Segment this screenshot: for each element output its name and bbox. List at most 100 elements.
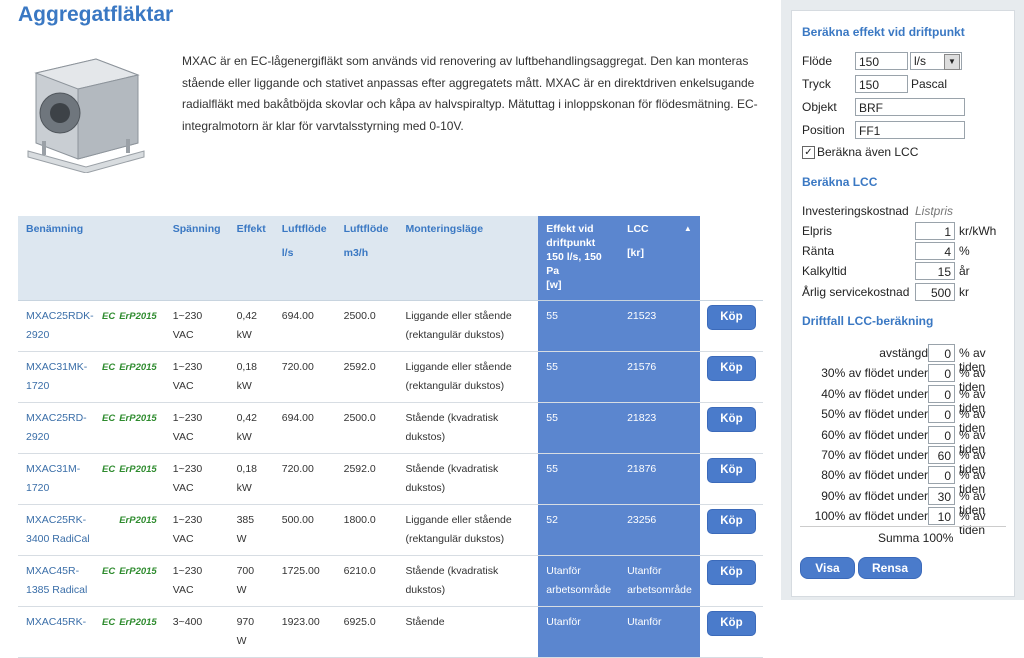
flow-m3h-cell: 2500.0 [335,402,398,454]
drift-input[interactable]: 0 [928,384,955,403]
object-label: Objekt [802,100,837,114]
product-link[interactable]: MXAC25RDK-2920 [26,307,102,345]
buy-button[interactable]: Köp [707,305,756,330]
ec-badge: EC [102,311,116,322]
buy-button[interactable]: Köp [707,611,756,636]
flow-input[interactable]: 150 [855,52,908,70]
investment-value: Listpris [915,204,954,218]
col-flow-ls[interactable]: Luftflöde l/s [273,216,336,301]
service-label: Årlig servicekostnad [802,285,910,299]
power-cell: 700 W [228,555,274,607]
drift-label: 70% av flödet under [821,448,928,462]
product-link[interactable]: MXAC25RD-2920 [26,409,102,447]
mounting-cell: Liggande eller stående (rektangulär duks… [397,351,539,403]
pressure-input[interactable]: 150 [855,75,908,93]
flow-label: Flöde [802,54,833,68]
lcc-cell: Utanför [619,606,700,658]
elpris-input[interactable]: 1 [915,222,955,240]
buy-button[interactable]: Köp [707,407,756,432]
table-row: MXAC25RK-3400 RadiCal ErP2015 1~230 VAC 385… [18,504,763,556]
drift-input[interactable]: 30 [928,486,955,505]
drift-input[interactable]: 0 [928,425,955,444]
position-input[interactable]: FF1 [855,121,965,139]
mounting-cell: Stående (kvadratisk dukstos) [397,453,539,505]
buy-button[interactable]: Köp [707,560,756,585]
col-effect-op[interactable]: Effekt vid driftpunkt 150 l/s, 150 Pa [w] [538,216,620,301]
ranta-unit: % [959,244,970,258]
product-name-cell: MXAC25RDK-2920 EC ErP2015 [18,300,165,352]
elpris-unit: kr/kWh [959,224,997,238]
col-name[interactable]: Benämning [18,216,165,301]
flow-m3h-cell: 6210.0 [335,555,398,607]
flow-m3h-cell: 2500.0 [335,300,398,352]
product-link[interactable]: MXAC31M-1720 [26,460,102,498]
effect-cell: 55 [538,453,620,505]
main-content: Aggregatfläktar MXAC är en EC-lågenergif… [0,0,780,658]
drift-label: 30% av flödet under [821,366,928,381]
power-cell: 970 W [228,606,274,658]
kalkyl-input[interactable]: 15 [915,262,955,280]
divider [800,526,1006,527]
col-power[interactable]: Effekt [228,216,274,301]
flow-m3h-cell: 6925.0 [335,606,398,658]
flow-ls-cell: 1923.00 [273,606,336,658]
voltage-cell: 1~230 VAC [164,351,229,403]
product-name-cell: MXAC45R-1385 Radical EC ErP2015 [18,555,165,607]
summa-label: Summa 100% [878,531,954,545]
effect-cell: 55 [538,300,620,352]
buy-button[interactable]: Köp [707,509,756,534]
drift-input[interactable]: 10 [928,507,955,526]
drift-input[interactable]: 60 [928,446,955,464]
drift-label: 60% av flödet under [821,427,928,442]
drift-input[interactable]: 0 [928,466,955,485]
col-flow-m3h[interactable]: Luftflöde m3/h [335,216,398,301]
col-mounting[interactable]: Monteringsläge [397,216,539,301]
object-input[interactable]: BRF [855,98,965,116]
drift-label: 100% av flödet under [814,509,928,524]
ec-badge: EC [102,413,116,424]
effect-cell: 55 [538,402,620,454]
kalkyl-label: Kalkyltid [802,264,847,278]
drift-label: 40% av flödet under [821,386,928,401]
show-button[interactable]: Visa [800,557,855,579]
table-row: MXAC31M-1720 EC ErP2015 1~230 VAC 0,18 kW 720… [18,453,763,505]
ec-badge: EC [102,464,116,475]
flow-m3h-cell: 2592.0 [335,453,398,505]
drift-input[interactable]: 0 [928,344,955,362]
lcc-cell: 21523 [619,300,700,352]
service-unit: kr [959,285,969,299]
calc-title: Beräkna effekt vid driftpunkt [802,25,965,39]
drift-title: Driftfall LCC-beräkning [802,314,934,328]
mounting-cell: Liggande eller stående (rektangulär duks… [397,300,539,352]
investment-label: Investeringskostnad [802,204,909,218]
col-voltage[interactable]: Spänning [164,216,229,301]
buy-button[interactable]: Köp [707,458,756,483]
lcc-cell: 23256 [619,504,700,556]
product-link[interactable]: MXAC31MK-1720 [26,358,102,396]
lcc-checkbox[interactable]: ✓ [802,146,815,159]
drift-label: 90% av flödet under [821,488,928,503]
erp-badge: ErP2015 [119,566,157,577]
drift-input[interactable]: 0 [928,364,955,383]
flow-ls-cell: 694.00 [273,300,336,352]
flow-ls-cell: 1725.00 [273,555,336,607]
erp-badge: ErP2015 [119,311,157,322]
ec-badge: EC [102,617,116,628]
page-title: Aggregatfläktar [18,3,174,26]
drift-input[interactable]: 0 [928,405,955,424]
service-input[interactable]: 500 [915,283,955,301]
ranta-input[interactable]: 4 [915,242,955,260]
ranta-label: Ränta [802,244,835,258]
product-link[interactable]: MXAC45R-1385 Radical [26,562,102,600]
lcc-title: Beräkna LCC [802,175,878,189]
buy-button[interactable]: Köp [707,356,756,381]
col-lcc[interactable]: ▲ LCC [kr] [619,216,700,301]
product-link[interactable]: MXAC25RK-3400 RadiCal [26,511,102,549]
flow-unit-select[interactable]: l/s ▼ [910,52,962,70]
product-link[interactable]: MXAC45RK- [26,613,102,632]
clear-button[interactable]: Rensa [858,557,922,579]
sort-up-icon: ▲ [683,224,692,233]
chevron-down-icon: ▼ [944,54,960,70]
col-actions [699,216,763,301]
erp-badge: ErP2015 [119,362,157,373]
